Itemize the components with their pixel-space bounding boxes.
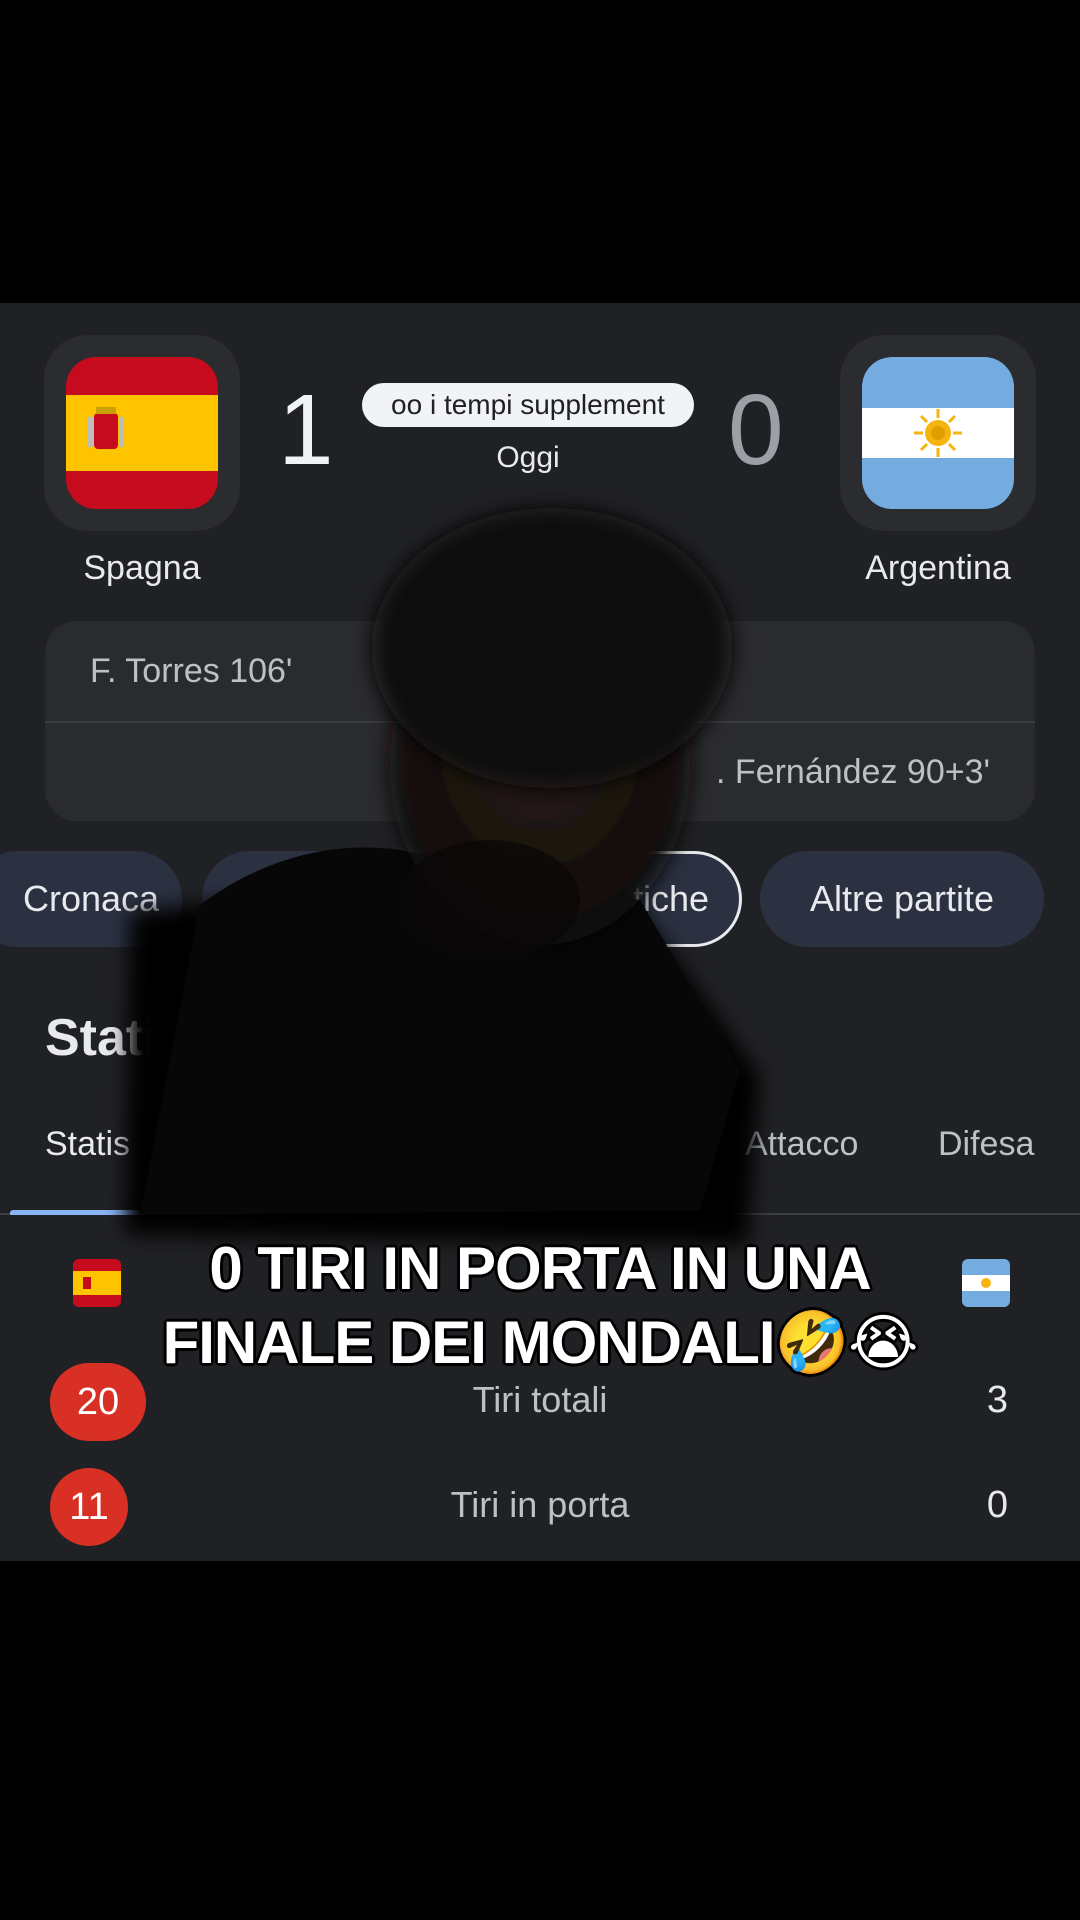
match-status-pill: oo i tempi supplement: [362, 383, 694, 427]
stat-away-value: 3: [986, 1379, 1008, 1421]
tab-statistiche[interactable]: tiche: [432, 851, 742, 947]
active-subtab-indicator: [10, 1210, 140, 1215]
argentina-flag-icon: [862, 357, 1014, 509]
away-scorer: . Fernández 90+3': [45, 721, 1035, 821]
home-team-name: Spagna: [83, 549, 201, 587]
tab-statistiche-label: tiche: [632, 878, 709, 919]
stat-label: Tiri totali: [472, 1379, 608, 1420]
caption-line-1: 0 TIRI IN PORTA IN UNA: [209, 1235, 871, 1302]
home-score: 1: [278, 374, 334, 486]
tab-cronaca-label: Cronaca: [22, 878, 160, 919]
home-team[interactable]: Spagna: [42, 335, 242, 588]
away-scorer-text: . Fernández 90+3': [716, 752, 990, 791]
subtab-statistiche[interactable]: Statis: [45, 1125, 130, 1164]
caption-line-2: FINALE DEI MONDALI🤣😭: [162, 1309, 919, 1376]
home-scorer-text: F. Torres 106': [90, 651, 293, 690]
stat-row: 11 Tiri in porta 0: [0, 1468, 1080, 1548]
away-score: 0: [728, 374, 784, 486]
tab-formazioni-label: F: [232, 878, 254, 919]
away-team[interactable]: Argentina: [838, 335, 1038, 588]
match-date: Oggi: [496, 441, 560, 474]
scorers-card: F. Torres 106' . Fernández 90+3': [45, 621, 1035, 821]
subtab-attacco[interactable]: Attacco: [745, 1125, 858, 1164]
stat-away-value: 0: [986, 1484, 1008, 1526]
video-caption: 0 TIRI IN PORTA IN UNA FINALE DEI MONDAL…: [100, 1232, 980, 1380]
spain-flag-icon: [66, 357, 218, 509]
tab-formazioni[interactable]: F: [202, 851, 412, 947]
tab-altre-partite[interactable]: Altre partite: [760, 851, 1044, 947]
tab-cronaca[interactable]: Cronaca: [0, 851, 182, 947]
away-team-name: Argentina: [865, 549, 1011, 587]
away-flag-container: [840, 335, 1036, 531]
stat-label: Tiri in porta: [450, 1484, 630, 1525]
home-scorer: F. Torres 106': [45, 621, 1035, 721]
home-flag-container: [44, 335, 240, 531]
tab-altre-partite-label: Altre partite: [809, 878, 995, 919]
subtab-difesa[interactable]: Difesa: [938, 1125, 1034, 1164]
stats-subtabs: Statis Attacco Difesa: [0, 1113, 1080, 1215]
section-title: Stati: [45, 1009, 158, 1067]
match-tabs: Cronaca F tiche Altre partite: [0, 851, 1080, 947]
